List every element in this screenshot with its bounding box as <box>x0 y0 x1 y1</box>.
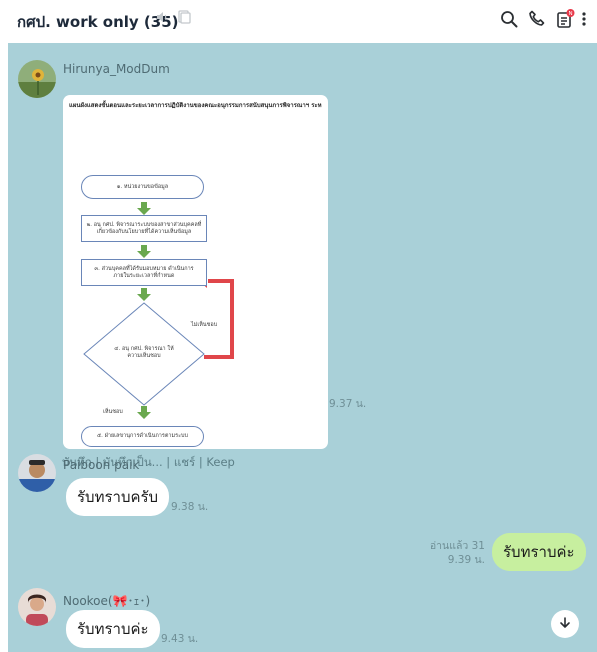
flow-step-3: ๓. ส่วนบุคคลที่ได้รับมอบหมาย ดำเนินการ ภ… <box>81 259 207 286</box>
sender-name: Hirunya_ModDum <box>63 62 170 76</box>
avatar[interactable] <box>18 60 56 98</box>
message-time: 9.39 น. <box>447 554 485 566</box>
flow-step-2: ๒. อนุ กศป. พิจารณาระบบของสาขาส่วนบุคคลท… <box>81 215 207 242</box>
arrow-down-icon <box>558 615 572 634</box>
notes-badge-icon[interactable]: N <box>554 8 576 30</box>
sender-name: Paiboon paik <box>63 458 140 472</box>
message-time: 9.38 น. <box>171 501 209 513</box>
message-bubble[interactable]: รับทราบค่ะ <box>66 610 160 648</box>
flow-yes-label: เห็นชอบ <box>103 409 123 415</box>
read-count: อ่านแล้ว 31 <box>429 540 485 552</box>
scroll-to-bottom-button[interactable] <box>551 610 579 638</box>
chat-area[interactable]: Hirunya_ModDum แผนผังแสดงขั้นตอนและระยะเ… <box>8 43 597 652</box>
avatar[interactable] <box>18 588 56 626</box>
my-message-bubble[interactable]: รับทราบค่ะ <box>492 533 586 571</box>
flow-no-label: ไม่เห็นชอบ <box>191 322 218 328</box>
note-icon[interactable] <box>176 9 192 29</box>
message-time: 9.37 น. <box>329 398 367 410</box>
flow-step-4: ๔. อนุ กศป. พิจารณา ให้ความเห็นชอบ <box>114 346 174 359</box>
call-icon[interactable] <box>526 8 548 30</box>
mute-icon <box>154 9 170 29</box>
svg-text:N: N <box>568 11 572 17</box>
message-time: 9.43 น. <box>161 633 199 645</box>
flow-step-1: ๑. หน่วยงานขอข้อมูล <box>81 175 204 199</box>
sender-name: Nookoe(🎀･ｪ･) <box>63 594 151 608</box>
read-receipt: อ่านแล้ว 31 9.39 น. <box>413 539 485 567</box>
avatar[interactable] <box>18 454 56 492</box>
title-status-icons <box>154 9 192 29</box>
search-icon[interactable] <box>498 8 520 30</box>
shared-image[interactable]: แผนผังแสดงขั้นตอนและระยะเวลาการปฏิบัติงา… <box>63 95 328 449</box>
message-bubble[interactable]: รับทราบครับ <box>66 478 170 516</box>
chat-header: กศป. work only (35) N <box>0 0 597 40</box>
more-icon[interactable] <box>578 8 590 30</box>
flow-step-5: ๕. ฝ่ายเลขานุการดำเนินการตามระบบ <box>81 426 204 447</box>
